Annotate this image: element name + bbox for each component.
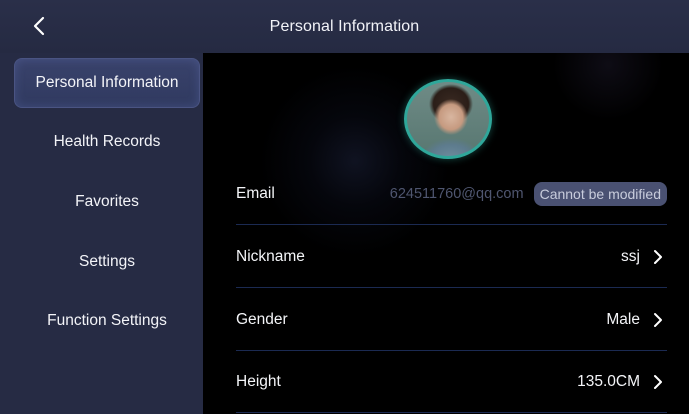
back-button[interactable] xyxy=(26,13,52,39)
nickname-value-group: ssj xyxy=(621,248,667,266)
nickname-row[interactable]: Nickname ssj xyxy=(236,226,667,288)
chevron-right-icon[interactable] xyxy=(649,311,667,329)
sidebar-item-label: Function Settings xyxy=(47,312,167,329)
top-bar: Personal Information xyxy=(0,0,689,53)
sidebar-item-function-settings[interactable]: Function Settings xyxy=(14,296,200,346)
sidebar-item-label: Health Records xyxy=(53,133,161,150)
nickname-value: ssj xyxy=(621,247,640,265)
chevron-right-icon[interactable] xyxy=(649,373,667,391)
email-value: 624511760@qq.com xyxy=(389,185,524,202)
height-value: 135.0CM xyxy=(577,372,640,390)
sidebar-item-label: Favorites xyxy=(75,193,139,210)
sidebar-item-settings[interactable]: Settings xyxy=(14,237,200,287)
chevron-right-icon[interactable] xyxy=(649,248,667,266)
avatar[interactable] xyxy=(404,79,492,159)
sidebar-item-label: Personal Information xyxy=(35,74,179,91)
gender-label: Gender xyxy=(236,310,288,328)
cannot-modify-badge: Cannot be modified xyxy=(533,181,667,206)
gender-value-group: Male xyxy=(606,311,667,329)
email-row: Email 624511760@qq.com Cannot be modifie… xyxy=(236,163,667,225)
sidebar-item-health-records[interactable]: Health Records xyxy=(14,117,200,167)
sidebar-item-personal-information[interactable]: Personal Information xyxy=(14,58,200,108)
nickname-label: Nickname xyxy=(236,247,305,265)
sidebar: Personal Information Health Records Favo… xyxy=(0,53,203,414)
page-title: Personal Information xyxy=(269,17,420,35)
email-label: Email xyxy=(236,184,275,202)
main-content: Email 624511760@qq.com Cannot be modifie… xyxy=(203,53,689,414)
height-label: Height xyxy=(236,372,281,390)
height-value-group: 135.0CM xyxy=(577,373,667,391)
chevron-left-icon xyxy=(33,16,45,36)
gender-value: Male xyxy=(606,310,640,328)
sidebar-item-favorites[interactable]: Favorites xyxy=(14,177,200,227)
sidebar-item-label: Settings xyxy=(78,253,135,270)
email-value-group: 624511760@qq.com Cannot be modified xyxy=(389,181,667,206)
height-row[interactable]: Height 135.0CM xyxy=(236,351,667,413)
gender-row[interactable]: Gender Male xyxy=(236,289,667,351)
